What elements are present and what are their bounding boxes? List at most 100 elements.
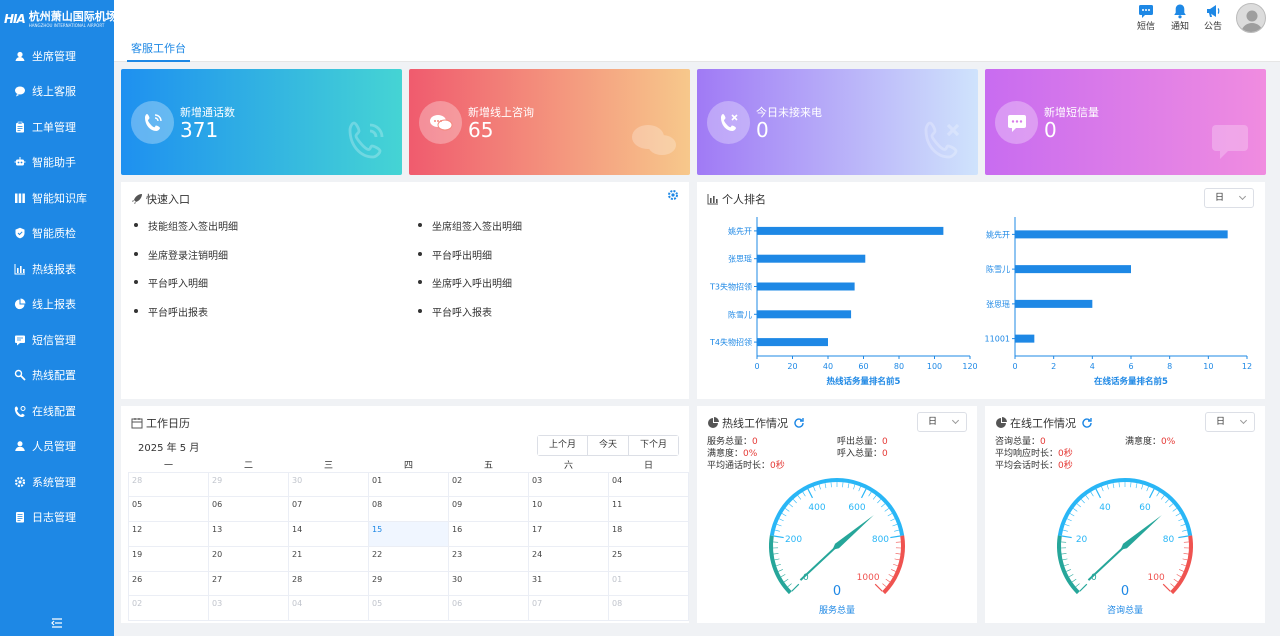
sidebar-item-label: 智能知识库 [32, 191, 87, 205]
gauge-value: 0 [1121, 584, 1129, 599]
calendar-day-cell[interactable]: 03 [528, 471, 609, 498]
today-button[interactable]: 今天 [587, 436, 629, 455]
sidebar-item[interactable]: 日志管理 [0, 500, 114, 536]
gauge-tick [1170, 583, 1175, 588]
avatar[interactable] [1236, 3, 1266, 33]
quick-entry-link[interactable]: 平台呼入明细 [134, 275, 208, 290]
gauge-tick [847, 483, 850, 489]
sidebar-item[interactable]: 智能助手 [0, 145, 114, 181]
x-tick-label: 10 [1203, 362, 1213, 371]
sidebar-item[interactable]: 工单管理 [0, 109, 114, 145]
calendar-day-cell[interactable]: 19 [128, 545, 209, 572]
library-icon [14, 192, 26, 204]
calendar-day-cell[interactable]: 11 [608, 496, 689, 523]
sidebar-item[interactable]: 人员管理 [0, 429, 114, 465]
quick-entry-link[interactable]: 坐席组签入签出明细 [418, 218, 522, 233]
calendar-day-cell[interactable]: 25 [608, 545, 689, 572]
calendar-day-cell[interactable]: 04 [288, 595, 369, 622]
next-month-button[interactable]: 下个月 [628, 436, 678, 455]
sidebar-item-label: 智能助手 [32, 156, 76, 170]
gauge-tick [792, 499, 797, 504]
calendar-day-cell[interactable]: 18 [608, 521, 689, 547]
calendar-day-cell[interactable]: 26 [128, 570, 209, 597]
calendar-day-cell[interactable]: 06 [208, 496, 289, 523]
calendar-day-cell[interactable]: 16 [448, 521, 529, 547]
quick-entry-link[interactable]: 平台呼入报表 [418, 304, 492, 319]
gauge-tick [888, 574, 894, 578]
x-tick-label: 2 [1051, 362, 1056, 371]
gauge-tick [1180, 524, 1186, 527]
sidebar-item[interactable]: 热线配置 [0, 358, 114, 394]
category-label: 张思瑶 [986, 299, 1010, 309]
calendar-day-cell[interactable]: 20 [208, 545, 289, 572]
calendar-panel: 工作日历 2025 年 5 月 上个月 今天 下个月 一二三四五六日 28 29 30… [121, 406, 689, 623]
category-label: 张思瑶 [728, 254, 752, 264]
chart-title: 在线话务量排名前5 [1094, 376, 1168, 387]
calendar-day-cell[interactable]: 05 [128, 496, 209, 523]
calendar-day-cell[interactable]: 28 [288, 570, 369, 597]
sidebar-item[interactable]: 系统管理 [0, 464, 114, 500]
announcement-action[interactable]: 公告 [1204, 3, 1222, 32]
sidebar-item[interactable]: 热线报表 [0, 251, 114, 287]
calendar-day-cell[interactable]: 17 [528, 521, 609, 547]
sidebar-item[interactable]: 智能质检 [0, 216, 114, 252]
tab-service-workbench[interactable]: 客服工作台 [127, 40, 190, 62]
calendar-day-cell[interactable]: 14 [288, 521, 369, 547]
sidebar-item[interactable]: 在线配置 [0, 393, 114, 429]
quick-entry-link[interactable]: 平台呼出报表 [134, 304, 208, 319]
calendar-day-cell[interactable]: 22 [368, 545, 449, 572]
log-icon [14, 511, 26, 523]
calendar-day-cell[interactable]: 21 [288, 545, 369, 572]
sidebar-item[interactable]: 线上客服 [0, 74, 114, 110]
sidebar-item[interactable]: 线上报表 [0, 287, 114, 323]
gauge-tick-label: 400 [808, 503, 825, 513]
calendar-day-cell[interactable]: 28 [128, 471, 209, 498]
sidebar-item[interactable]: 短信管理 [0, 322, 114, 358]
sidebar-item[interactable]: 坐席管理 [0, 38, 114, 74]
prev-month-button[interactable]: 上个月 [537, 436, 588, 455]
stat-card-new-calls: 新增通话数 371 [121, 69, 402, 175]
gauge-value: 0 [833, 584, 841, 599]
calendar-day-cell[interactable]: 23 [448, 545, 529, 572]
calendar-day-cell[interactable]: 03 [208, 595, 289, 622]
calendar-day-cell[interactable]: 31 [528, 570, 609, 597]
calendar-day-cell[interactable]: 08 [368, 496, 449, 523]
calendar-day-cell[interactable]: 01 [608, 570, 689, 597]
calendar-day-cell[interactable]: 27 [208, 570, 289, 597]
gauge-tick [877, 499, 882, 504]
calendar-day-cell[interactable]: 10 [528, 496, 609, 523]
settings-gear-icon[interactable] [667, 189, 679, 201]
sidebar-item-label: 线上报表 [32, 298, 76, 312]
calendar-day-cell[interactable]: 24 [528, 545, 609, 572]
calendar-day-cell[interactable]: 07 [288, 496, 369, 523]
gauge-tick [1079, 583, 1088, 592]
collapse-menu-icon[interactable] [50, 616, 64, 630]
calendar-day-cell[interactable]: 01 [368, 471, 449, 498]
calendar-day-cell[interactable]: 04 [608, 471, 689, 498]
calendar-day-cell[interactable]: 05 [368, 595, 449, 622]
calendar-day-cell[interactable]: 30 [288, 471, 369, 498]
calendar-day-cell[interactable]: 08 [608, 595, 689, 622]
quick-entry-link[interactable]: 坐席登录注销明细 [134, 247, 228, 262]
quick-entry-link[interactable]: 技能组签入签出明细 [134, 218, 238, 233]
calendar-day-cell[interactable]: 07 [528, 595, 609, 622]
calendar-day-cell[interactable]: 12 [128, 521, 209, 547]
calendar-day-cell[interactable]: 15 [368, 521, 449, 547]
calendar-day-cell[interactable]: 30 [448, 570, 529, 597]
notification-action[interactable]: 通知 [1171, 3, 1189, 32]
sms-action[interactable]: 短信 [1137, 3, 1155, 32]
x-tick-label: 12 [1242, 362, 1252, 371]
calendar-day-cell[interactable]: 13 [208, 521, 289, 547]
calendar-day-cell[interactable]: 29 [368, 570, 449, 597]
sidebar-item[interactable]: 智能知识库 [0, 180, 114, 216]
gauge-tick-label: 20 [1076, 535, 1088, 545]
calendar-grid: 一二三四五六日 28 29 30 01 02 03 04 05 06 07 08 09 10 11 12 13 1… [128, 457, 689, 622]
calendar-day-cell[interactable]: 02 [128, 595, 209, 622]
calendar-day-cell[interactable]: 29 [208, 471, 289, 498]
quick-entry-link[interactable]: 坐席呼入呼出明细 [418, 275, 512, 290]
quick-entry-link[interactable]: 平台呼出明细 [418, 247, 492, 262]
weekday-header: 日 [643, 460, 653, 471]
calendar-day-cell[interactable]: 09 [448, 496, 529, 523]
calendar-day-cell[interactable]: 06 [448, 595, 529, 622]
calendar-day-cell[interactable]: 02 [448, 471, 529, 498]
